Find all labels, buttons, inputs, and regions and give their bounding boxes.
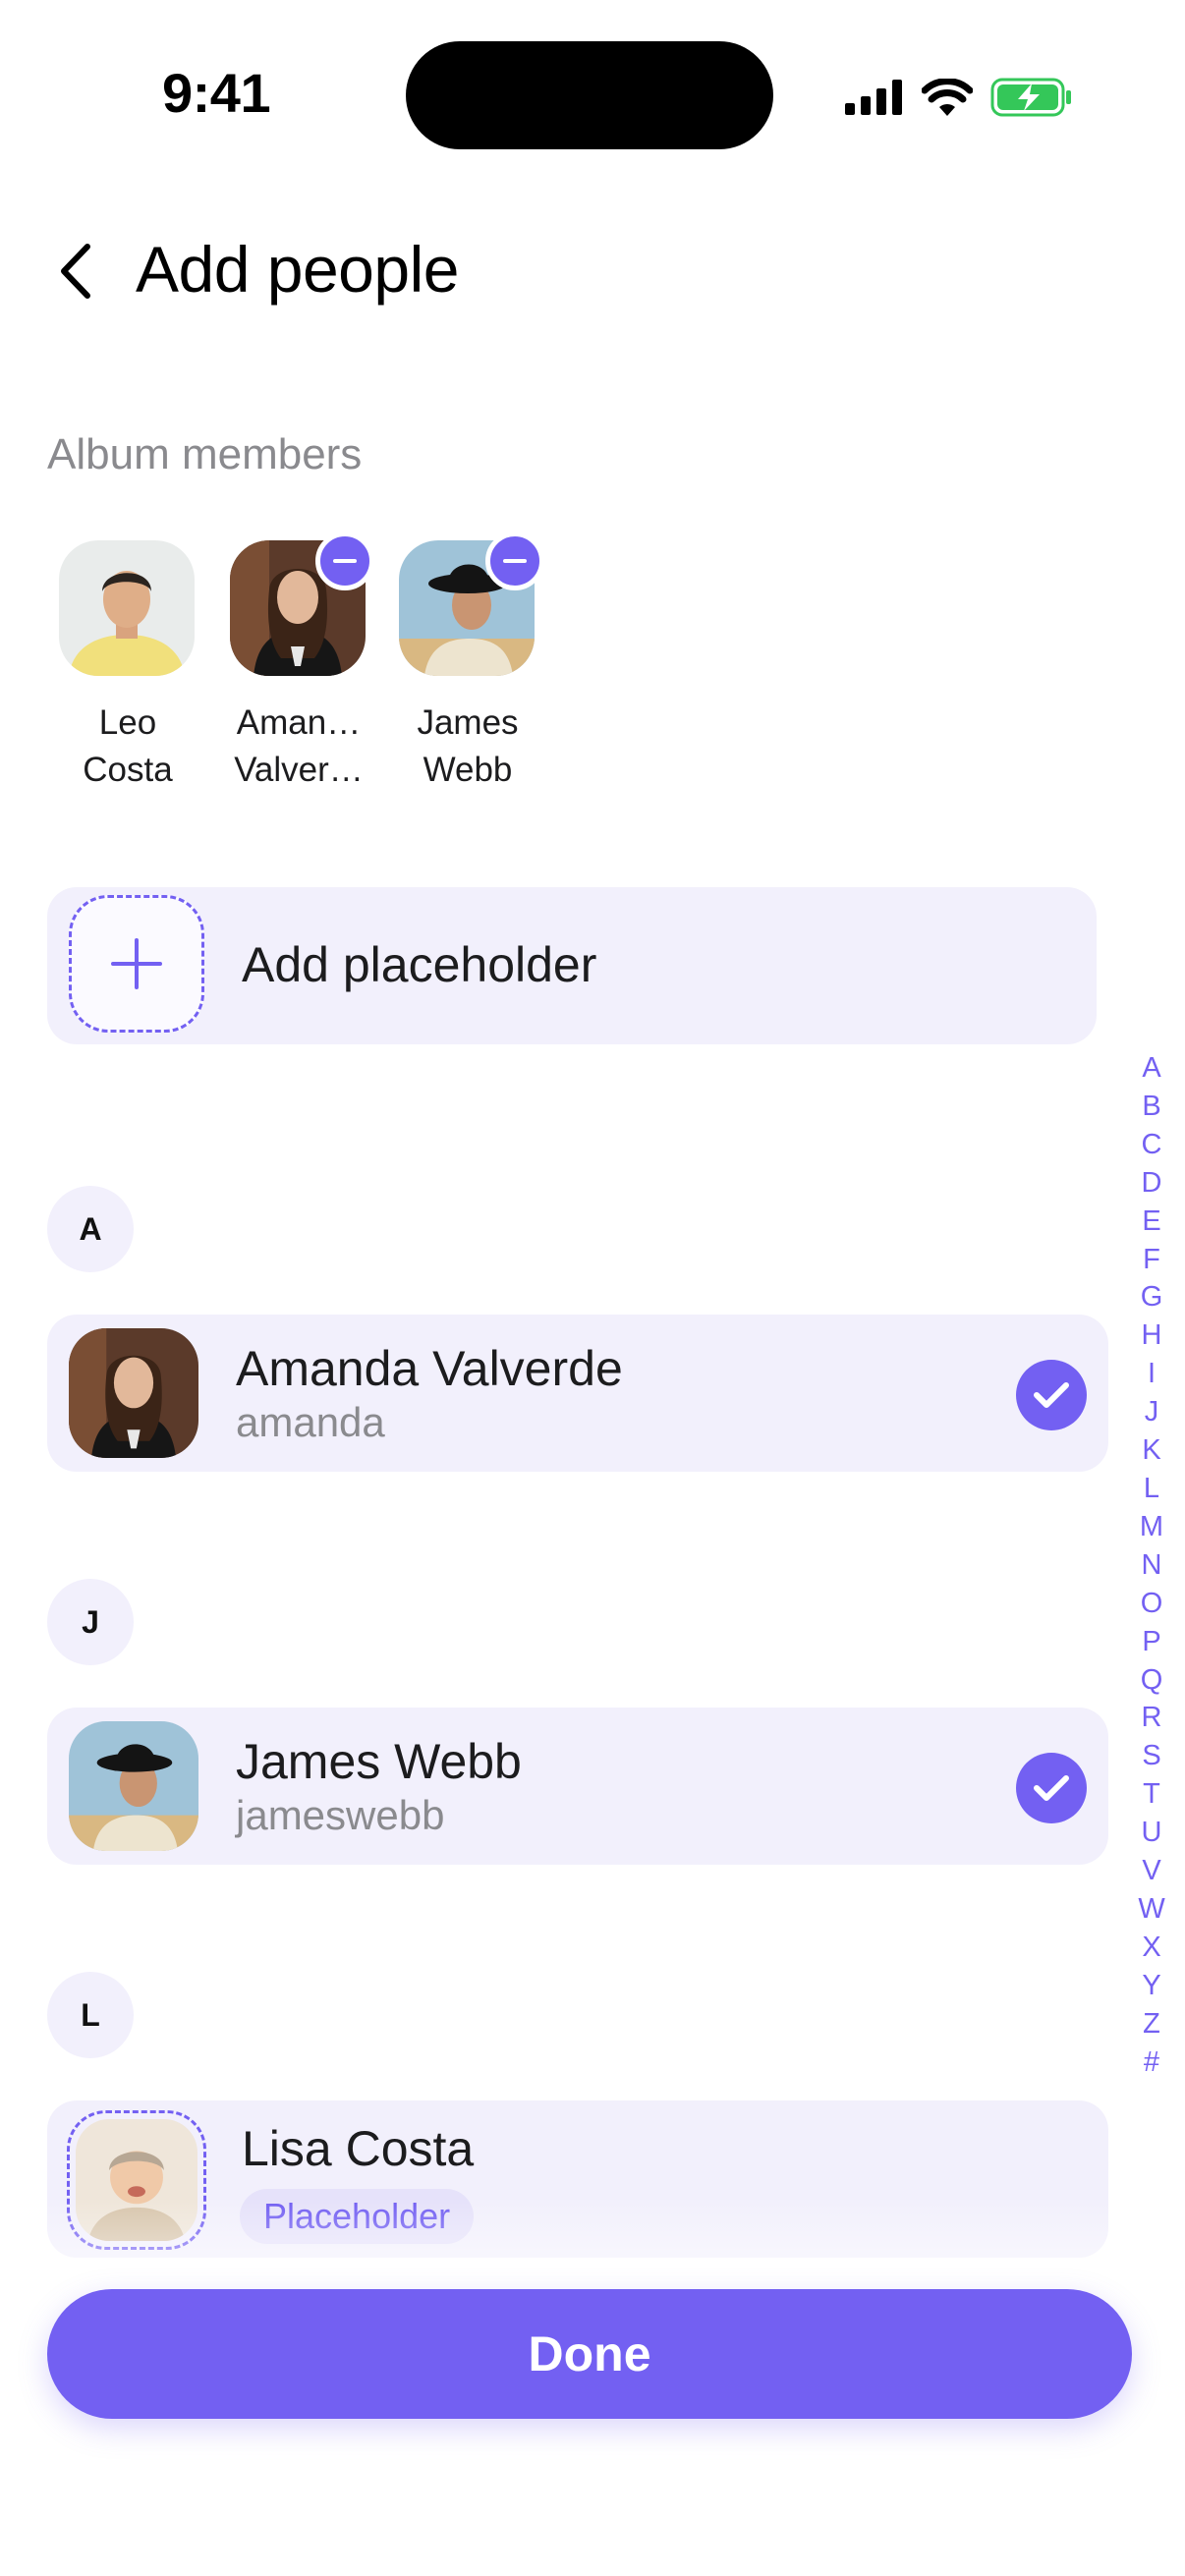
album-member-leo[interactable]: Leo Costa [59,540,197,794]
alphabet-index-letter[interactable]: X [1142,1929,1160,1967]
alphabet-index-letter[interactable]: N [1142,1546,1162,1585]
alphabet-index-letter[interactable]: Z [1143,2005,1160,2044]
section-header-l: L [47,1972,134,2058]
dynamic-island [406,41,773,149]
plus-icon [111,938,162,989]
alphabet-index-letter[interactable]: G [1141,1278,1163,1316]
checkmark-icon [1034,1382,1069,1408]
section-header-j: J [47,1579,134,1665]
alphabet-index-letter[interactable]: L [1144,1470,1159,1508]
alphabet-index-letter[interactable]: Y [1142,1967,1160,2005]
alphabet-index-letter[interactable]: M [1140,1508,1163,1546]
alphabet-index-letter[interactable]: D [1142,1164,1162,1203]
contact-row-amanda[interactable]: Amanda Valverde amanda [47,1315,1108,1472]
alphabet-index-letter[interactable]: B [1142,1088,1160,1126]
minus-icon [333,559,357,563]
remove-member-james-button[interactable] [485,532,544,590]
alphabet-index-letter[interactable]: A [1142,1049,1160,1088]
alphabet-index-letter[interactable]: # [1144,2044,1159,2082]
alphabet-index-letter[interactable]: H [1142,1316,1162,1355]
selected-checkbox[interactable] [1016,1753,1087,1823]
contact-name: James Webb [236,1734,522,1789]
alphabet-index-letter[interactable]: P [1142,1623,1160,1661]
chevron-left-icon [61,244,90,299]
wifi-icon [922,79,973,116]
checkmark-icon [1034,1775,1069,1801]
alphabet-index-letter[interactable]: U [1142,1814,1162,1852]
alphabet-index-letter[interactable]: T [1143,1775,1160,1814]
alphabet-index-letter[interactable]: Q [1141,1661,1163,1700]
member-name: Aman… Valver… [234,703,364,789]
alphabet-index-letter[interactable]: F [1143,1241,1160,1279]
alphabet-index-letter[interactable]: K [1142,1431,1160,1470]
selected-checkbox[interactable] [1016,1360,1087,1430]
avatar [59,540,195,676]
status-time: 9:41 [162,62,271,124]
battery-charging-icon [990,78,1071,117]
alphabet-index-letter[interactable]: S [1142,1737,1160,1775]
contact-handle: amanda [236,1399,385,1445]
cellular-signal-icon [845,80,902,115]
back-button[interactable] [45,234,104,308]
alphabet-index[interactable]: A B C D E F G H I J K L M N O P Q R S T U V W X Y Z # [1130,1049,1173,2081]
contact-handle: jameswebb [236,1792,445,1838]
page-title: Add people [136,233,459,306]
alphabet-index-letter[interactable]: C [1142,1126,1162,1164]
done-button[interactable]: Done [47,2289,1132,2419]
contact-name: Lisa Costa [242,2121,475,2176]
status-icons [845,73,1073,122]
minus-icon [503,559,527,563]
member-name: Leo Costa [83,703,173,789]
avatar [69,1721,198,1851]
add-placeholder-icon-box [69,895,204,1033]
section-header-a: A [47,1186,134,1272]
remove-member-amanda-button[interactable] [315,532,374,590]
add-placeholder-button[interactable]: Add placeholder [47,887,1097,1044]
album-members-label: Album members [47,430,363,478]
alphabet-index-letter[interactable]: J [1145,1393,1159,1431]
avatar [69,1328,198,1458]
add-placeholder-label: Add placeholder [242,937,597,992]
alphabet-index-letter[interactable]: I [1148,1355,1156,1393]
alphabet-index-letter[interactable]: V [1142,1852,1160,1890]
contact-name: Amanda Valverde [236,1341,623,1396]
alphabet-index-letter[interactable]: O [1141,1585,1163,1623]
alphabet-index-letter[interactable]: W [1138,1890,1164,1929]
member-name: James Webb [417,703,519,789]
contact-row-james[interactable]: James Webb jameswebb [47,1708,1108,1865]
alphabet-index-letter[interactable]: R [1142,1699,1162,1737]
alphabet-index-letter[interactable]: E [1142,1203,1160,1241]
